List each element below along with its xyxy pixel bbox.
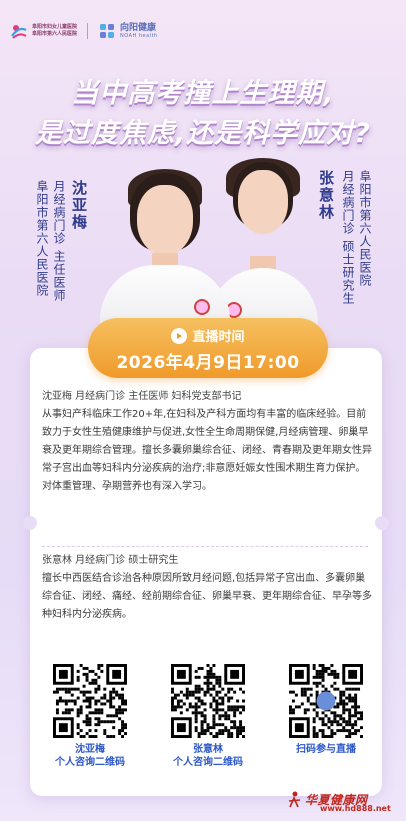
qr-caption-name: 张意林 [193,744,223,755]
hospital-name-2: 阜阳市第六人民医院 [32,31,78,37]
qr-code-row: 沈亚梅 个人咨询二维码 张意林 个人咨询二维码 扫码参与直播 [40,664,376,769]
doctor-right-hospital: 阜阳市第六人民医院 [358,170,372,287]
doctor-left-name: 沈亚梅 [70,180,88,231]
play-icon [171,327,188,344]
brand-logo-icon [100,24,115,38]
bio-text: 从事妇产科临床工作20+年,在妇科及产科方面均有丰富的临床经验。目前致力于女性生… [42,409,372,492]
watermark-figure-icon [288,791,301,808]
bio-heading: 沈亚梅 月经病门诊 主任医师 妇科党支部书记 [42,391,242,402]
hospital-logo-icon [11,25,27,39]
doctor-right-name: 张意林 [317,170,335,221]
doctor-right-title: 月经病门诊 硕士研究生 [341,170,355,305]
qr-code[interactable] [171,664,245,738]
bio-heading: 张意林 月经病门诊 硕士研究生 [42,555,179,566]
qr-item-doctor-left[interactable]: 沈亚梅 个人咨询二维码 [40,664,140,769]
live-time: 2026年4月9日17:00 [116,353,300,373]
qr-item-live[interactable]: 扫码参与直播 [276,664,376,769]
headline-line-2: 是过度焦虑,还是科学应对? [35,118,371,149]
qr-code[interactable] [53,664,127,738]
doctor-left-label: 阜阳市第六人民医院 月经病门诊 主任医师 沈亚梅 [35,180,90,302]
doctor-left-title: 月经病门诊 主任医师 [52,180,66,302]
headline: 当中高考撞上生理期, 是过度焦虑,还是科学应对? [0,74,406,154]
watermark: 华夏健康网 www.hd888.net [286,790,391,813]
brand-logo: 向阳健康 NOAH health [98,22,158,40]
brand-subname: NOAH health [120,32,158,39]
logo-divider [87,23,89,39]
qr-code[interactable] [289,664,363,738]
bio-text: 擅长中西医结合诊治各种原因所致月经问题,包括异常子宫出血、多囊卵巢综合征、闭经、… [42,573,372,620]
live-label: 直播时间 [192,330,245,345]
qr-caption-text: 个人咨询二维码 [173,757,243,768]
header-logos: 阜阳市妇女儿童医院 阜阳市第六人民医院 向阳健康 NOAH health [10,22,158,40]
qr-caption-text: 个人咨询二维码 [55,757,125,768]
watermark-url: www.hd888.net [320,804,391,813]
doctor-right-bio: 张意林 月经病门诊 硕士研究生 擅长中西医结合诊治各种原因所致月经问题,包括异常… [42,552,374,624]
headline-line-1: 当中高考撞上生理期, [71,78,335,109]
hospital-logo: 阜阳市妇女儿童医院 阜阳市第六人民医院 [10,22,77,40]
qr-caption-live: 扫码参与直播 [296,744,356,755]
qr-caption-name: 沈亚梅 [75,744,105,755]
live-time-banner: 直播时间 2026年4月9日17:00 [88,318,328,378]
doctor-left-bio: 沈亚梅 月经病门诊 主任医师 妇科党支部书记 从事妇产科临床工作20+年,在妇科… [42,388,374,496]
doctor-left-hospital: 阜阳市第六人民医院 [35,180,49,297]
hospital-name-1: 阜阳市妇女儿童医院 [32,24,78,30]
doctor-right-label: 张意林 月经病门诊 硕士研究生 阜阳市第六人民医院 [316,170,372,305]
bio-divider [42,546,368,547]
brand-name: 向阳健康 [120,22,157,33]
qr-item-doctor-right[interactable]: 张意林 个人咨询二维码 [158,664,258,769]
